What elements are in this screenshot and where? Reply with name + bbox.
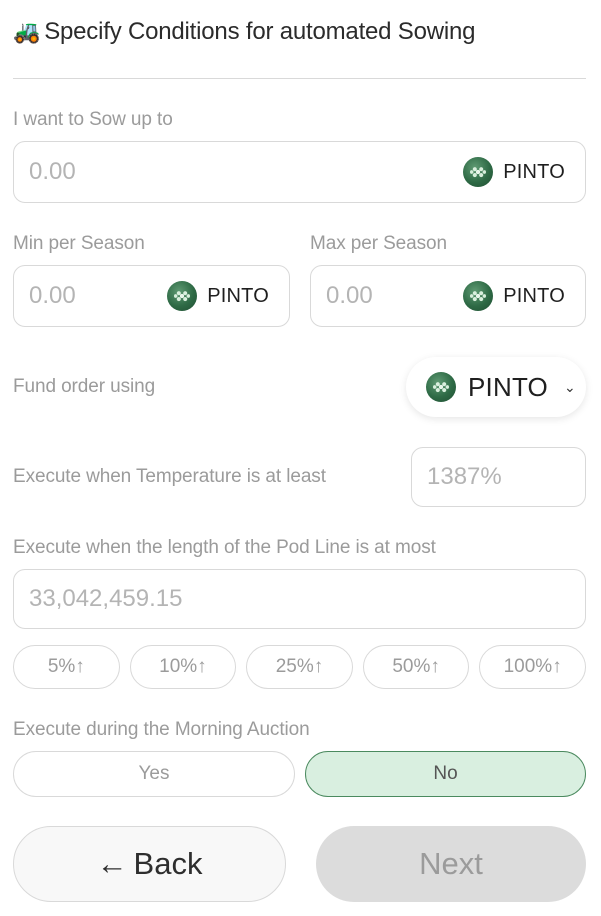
next-button[interactable]: Next [316, 826, 586, 902]
morning-auction-label: Execute during the Morning Auction [13, 719, 310, 740]
tractor-icon: 🚜 [13, 19, 41, 44]
fund-order-token: PINTO [468, 371, 548, 402]
sow-amount-field[interactable]: 0.00 PINTO [13, 141, 586, 203]
max-per-season-input[interactable]: 0.00 [311, 282, 463, 310]
pod-line-input[interactable]: 33,042,459.15 [14, 585, 585, 613]
min-per-season-token: PINTO [167, 281, 289, 311]
sow-amount-token: PINTO [463, 157, 585, 187]
pinto-coin-icon [463, 281, 494, 311]
morning-auction-yes-button[interactable]: Yes [13, 751, 295, 797]
increment-chip-50[interactable]: 50%↑ [362, 645, 470, 689]
morning-auction-no-button[interactable]: No [305, 751, 586, 797]
max-per-season-label: Max per Season [310, 233, 447, 254]
max-per-season-token: PINTO [463, 281, 585, 311]
temperature-input[interactable]: 1387% [412, 463, 585, 491]
min-per-season-input[interactable]: 0.00 [14, 282, 167, 310]
token-name: PINTO [503, 284, 565, 307]
back-button-label: Back [133, 846, 203, 881]
header-divider [13, 78, 586, 79]
pinto-coin-icon [167, 281, 198, 311]
temperature-label: Execute when Temperature is at least [13, 466, 326, 487]
sow-amount-label: I want to Sow up to [13, 109, 173, 130]
sow-amount-input[interactable]: 0.00 [14, 158, 463, 186]
pod-line-increment-chips: 5%↑ 10%↑ 25%↑ 50%↑ 100%↑ [13, 645, 586, 689]
increment-chip-10[interactable]: 10%↑ [129, 645, 237, 689]
increment-chip-5[interactable]: 5%↑ [13, 645, 120, 689]
increment-chip-25[interactable]: 25%↑ [246, 645, 353, 689]
increment-chip-100[interactable]: 100%↑ [479, 645, 586, 689]
pinto-coin-icon [463, 157, 494, 187]
min-per-season-field[interactable]: 0.00 PINTO [13, 265, 290, 327]
pod-line-field[interactable]: 33,042,459.15 [13, 569, 586, 629]
min-per-season-label: Min per Season [13, 233, 145, 254]
fund-order-select[interactable]: PINTO ⌄ [406, 357, 586, 417]
pinto-coin-icon [426, 372, 456, 402]
fund-order-label: Fund order using [13, 376, 156, 397]
back-button[interactable]: ← Back [13, 826, 286, 902]
chevron-down-icon: ⌄ [563, 378, 576, 395]
max-per-season-field[interactable]: 0.00 PINTO [310, 265, 586, 327]
page-title: 🚜 Specify Conditions for automated Sowin… [13, 14, 476, 50]
token-name: PINTO [207, 284, 269, 307]
token-name: PINTO [503, 160, 565, 183]
page-title-text: Specify Conditions for automated Sowing [44, 18, 476, 45]
arrow-left-icon: ← [96, 846, 128, 881]
pod-line-label: Execute when the length of the Pod Line … [13, 537, 436, 558]
temperature-field[interactable]: 1387% [411, 447, 586, 507]
